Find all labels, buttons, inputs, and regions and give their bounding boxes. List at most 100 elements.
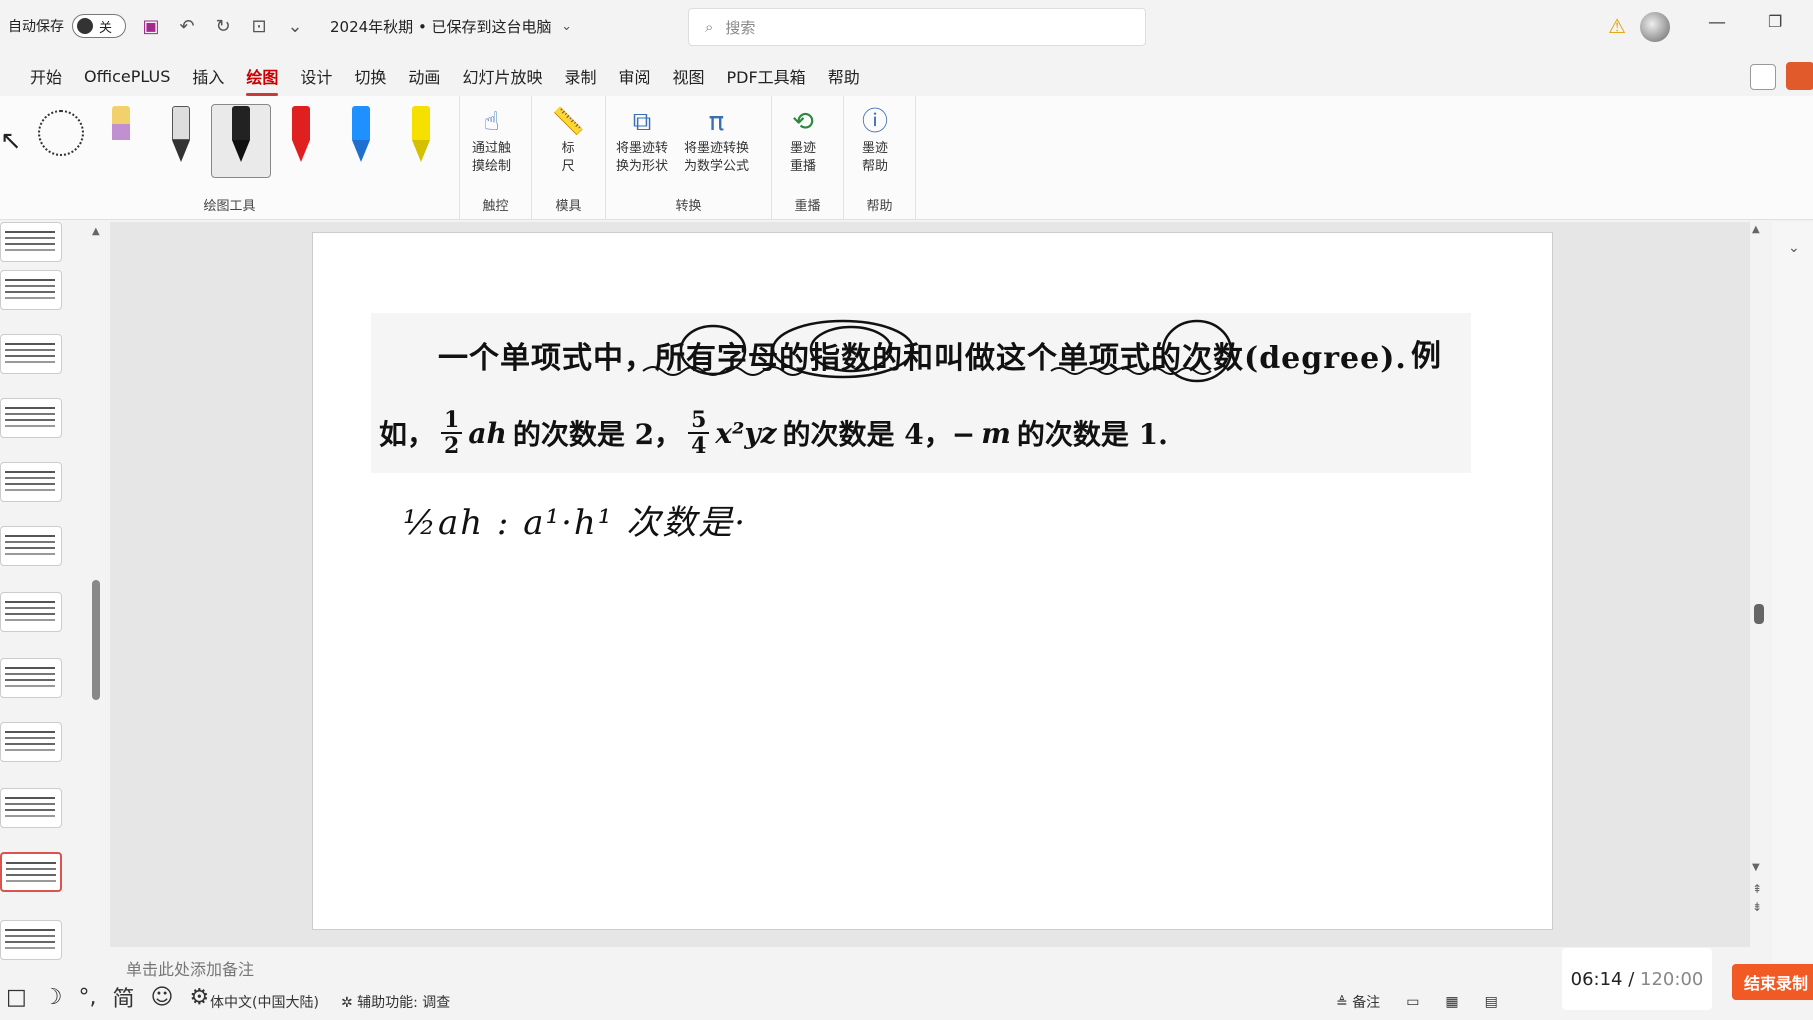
slide-thumbnail-panel xyxy=(0,222,98,962)
select-arrow-icon[interactable]: ↖ xyxy=(0,126,22,156)
slide-thumbnail[interactable] xyxy=(0,788,62,828)
slide-thumbnail[interactable] xyxy=(0,462,62,502)
tab-officeplus[interactable]: OfficePLUS xyxy=(84,61,170,92)
previous-slide-icon[interactable]: ⇞ xyxy=(1752,882,1762,896)
ink-to-shape-label-2: 换为形状 xyxy=(616,159,669,174)
tab-view[interactable]: 视图 xyxy=(672,58,704,94)
present-icon[interactable]: ⊡ xyxy=(248,15,270,37)
status-bar-right: ≜ 备注 ▭ ▦ ▤ xyxy=(1336,992,1498,1012)
comments-icon[interactable] xyxy=(1750,64,1776,90)
notes-label: 备注 xyxy=(1352,995,1381,1011)
next-slide-icon[interactable]: ⇟ xyxy=(1752,900,1762,914)
slide-thumbnail[interactable] xyxy=(0,658,62,698)
warning-icon[interactable]: ⚠ xyxy=(1608,14,1626,38)
ink-to-math-button[interactable]: π 将墨迹转换 为数学公式 xyxy=(684,104,749,176)
red-pen[interactable] xyxy=(286,106,316,168)
tab-design[interactable]: 设计 xyxy=(300,58,332,94)
tab-insert[interactable]: 插入 xyxy=(192,58,224,94)
tab-animations[interactable]: 动画 xyxy=(408,58,440,94)
slide[interactable]: 一个单项式中，所有字母的指数的和叫做这个单项式的次数(degree). 例 如，… xyxy=(312,232,1553,930)
thumbnail-scrollbar[interactable] xyxy=(92,580,100,700)
tab-transitions[interactable]: 切换 xyxy=(354,58,386,94)
hand-icon: ☝ xyxy=(483,107,500,137)
language-status[interactable]: 体中文(中国大陆) xyxy=(210,992,319,1012)
undo-icon[interactable]: ↶ xyxy=(176,15,198,37)
replay-icon: ⟲ xyxy=(792,107,814,137)
notes-placeholder[interactable]: 单击此处添加备注 xyxy=(126,956,254,980)
group-convert: ⧉ 将墨迹转 换为形状 π 将墨迹转换 为数学公式 转换 xyxy=(606,96,772,220)
gear-icon[interactable]: ⚙ xyxy=(189,985,209,1010)
pencil-pen[interactable] xyxy=(166,106,196,168)
ink-help-button[interactable]: ⓘ 墨迹 帮助 xyxy=(862,104,888,176)
tab-pdf-toolbox[interactable]: PDF工具箱 xyxy=(727,58,806,94)
reading-view-icon[interactable]: ▤ xyxy=(1485,994,1498,1010)
tab-help[interactable]: 帮助 xyxy=(828,58,860,94)
chevron-down-icon[interactable]: ⌄ xyxy=(556,15,578,37)
square-icon[interactable]: □ xyxy=(6,985,27,1010)
slide-thumbnail[interactable] xyxy=(0,222,62,262)
search-input[interactable]: ⌕ 搜索 xyxy=(688,8,1146,46)
example-mid1: 的次数是 2， xyxy=(512,418,683,451)
tab-review[interactable]: 审阅 xyxy=(618,58,650,94)
restore-icon[interactable]: ❐ xyxy=(1768,12,1782,31)
touch-draw-button[interactable]: ☝ 通过触 摸绘制 xyxy=(472,104,511,176)
save-icon[interactable]: ▣ xyxy=(140,15,162,37)
slide-thumbnail[interactable] xyxy=(0,592,62,632)
expr-ah: ah xyxy=(468,416,507,450)
expr-x2yz: x²yz xyxy=(715,416,777,450)
punctuation-icon[interactable]: °, xyxy=(79,985,97,1010)
minimize-icon[interactable]: — xyxy=(1708,12,1726,33)
avatar[interactable] xyxy=(1640,12,1670,42)
slide-thumbnail[interactable] xyxy=(0,398,62,438)
ink-to-shape-button[interactable]: ⧉ 将墨迹转 换为形状 xyxy=(616,104,668,176)
redo-icon[interactable]: ↻ xyxy=(212,15,234,37)
moon-icon[interactable]: ☽ xyxy=(43,985,63,1010)
simplified-chinese-icon[interactable]: 简 xyxy=(113,981,135,1013)
highlighter-yellow-pen[interactable] xyxy=(106,106,136,168)
slide-thumbnail[interactable] xyxy=(0,722,62,762)
toggle-label: 关 xyxy=(99,20,113,36)
share-icon[interactable] xyxy=(1786,62,1813,90)
slide-sorter-icon[interactable]: ▦ xyxy=(1445,994,1458,1010)
normal-view-icon[interactable]: ▭ xyxy=(1406,994,1419,1010)
tab-home[interactable]: 开始 xyxy=(30,58,62,94)
slide-thumbnail[interactable] xyxy=(0,334,62,374)
black-pen[interactable] xyxy=(226,106,256,168)
right-side-pane: ⌄ xyxy=(1772,222,1813,962)
chevron-down-icon[interactable]: ⌄ xyxy=(1788,240,1800,256)
handwritten-ink-note: ½ah : a¹·h¹ 次数是· xyxy=(403,503,748,543)
tab-slideshow[interactable]: 幻灯片放映 xyxy=(462,58,542,94)
scroll-down-icon[interactable]: ▼ xyxy=(1752,862,1760,873)
blue-pen[interactable] xyxy=(346,106,376,168)
vertical-scrollbar[interactable] xyxy=(1750,222,1766,922)
slide-thumbnail-active[interactable] xyxy=(0,852,62,892)
expr-m: m xyxy=(981,416,1011,450)
shape-convert-icon: ⧉ xyxy=(632,107,652,137)
end-recording-button[interactable]: 结束录制 xyxy=(1732,964,1813,1000)
accessibility-status[interactable]: ✲ 辅助功能: 调查 xyxy=(341,992,450,1012)
scroll-up-icon[interactable]: ▲ xyxy=(92,226,100,237)
notes-toggle[interactable]: ≜ 备注 xyxy=(1336,992,1380,1012)
emoji-icon[interactable]: ☺ xyxy=(151,985,174,1010)
accessibility-icon: ✲ xyxy=(340,995,358,1011)
autosave-toggle[interactable]: 关 xyxy=(72,14,126,38)
slide-thumbnail[interactable] xyxy=(0,270,62,310)
slide-thumbnail[interactable] xyxy=(0,920,62,960)
document-title[interactable]: 2024年秋期 • 已保存到这台电脑 xyxy=(330,16,552,37)
yellow-highlighter[interactable] xyxy=(406,106,436,168)
tab-record[interactable]: 录制 xyxy=(564,58,596,94)
fraction-numerator: 5 xyxy=(688,408,710,434)
ruler-icon: 📏 xyxy=(552,107,585,137)
customize-icon[interactable]: ⌄ xyxy=(284,15,306,37)
slide-thumbnail[interactable] xyxy=(0,526,62,566)
tab-draw[interactable]: 绘图 xyxy=(246,58,279,96)
recording-timer: 06:14 / 120:00 xyxy=(1562,948,1712,1010)
group-label-replay: 重播 xyxy=(794,199,821,214)
ink-replay-button[interactable]: ⟲ 墨迹 重播 xyxy=(790,104,816,176)
group-touch: ☝ 通过触 摸绘制 触控 xyxy=(460,96,532,220)
scroll-up-icon[interactable]: ▲ xyxy=(1752,224,1760,235)
group-stencils: 📏 标 尺 模具 xyxy=(532,96,606,220)
lasso-icon[interactable] xyxy=(38,110,84,156)
scrollbar-thumb[interactable] xyxy=(1754,604,1764,624)
ruler-button[interactable]: 📏 标 尺 xyxy=(552,104,584,176)
